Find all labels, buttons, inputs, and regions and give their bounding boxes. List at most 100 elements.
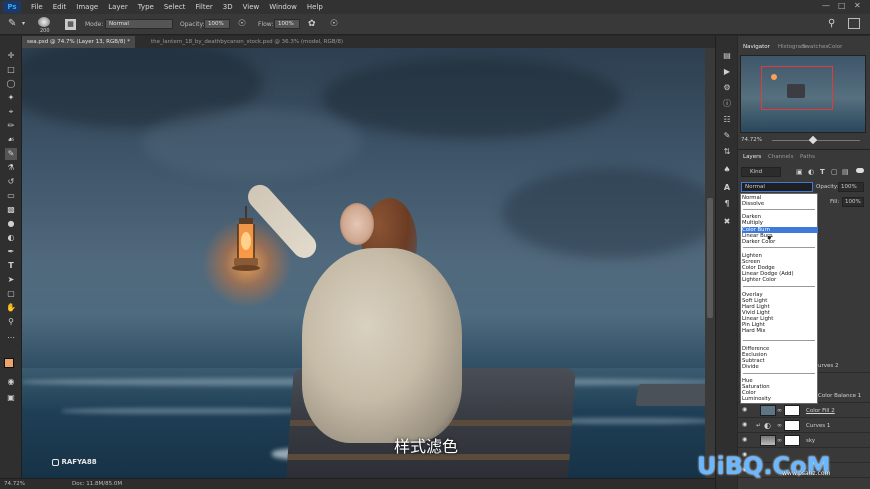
filter-type-icon[interactable]: T xyxy=(820,168,825,176)
stamp-tool-icon[interactable]: ⚗ xyxy=(5,162,17,174)
filter-toggle[interactable] xyxy=(856,168,864,173)
filter-shape-icon[interactable]: ▢ xyxy=(831,168,838,176)
layer-opacity-input[interactable]: 100% xyxy=(838,182,864,192)
tab-paths[interactable]: Paths xyxy=(800,154,815,160)
healing-tool-icon[interactable]: ☙ xyxy=(5,134,17,146)
brush-preset-icon[interactable] xyxy=(38,17,50,27)
type-tool-icon[interactable]: T xyxy=(5,260,17,272)
blend-option-luminosity[interactable]: Luminosity xyxy=(742,396,771,402)
info-icon[interactable]: ⓘ xyxy=(721,98,733,110)
brush-panel-icon[interactable]: ▦ xyxy=(65,19,76,30)
blend-mode-select[interactable]: Normal xyxy=(741,182,813,192)
menu-file[interactable]: File xyxy=(31,3,43,11)
gradient-tool-icon[interactable]: ▩ xyxy=(5,204,17,216)
layer-mask-thumbnail[interactable] xyxy=(784,420,800,431)
more-tools-icon[interactable]: ⋯ xyxy=(5,332,17,344)
menu-view[interactable]: View xyxy=(243,3,260,11)
tab-channels[interactable]: Channels xyxy=(768,154,793,160)
minimize-icon[interactable]: — xyxy=(822,1,830,10)
search-icon[interactable]: ⚲ xyxy=(828,18,835,29)
play-actions-icon[interactable]: ▶ xyxy=(721,66,733,78)
menu-filter[interactable]: Filter xyxy=(195,3,212,11)
eraser-tool-icon[interactable]: ▭ xyxy=(5,190,17,202)
dodge-tool-icon[interactable]: ◐ xyxy=(5,232,17,244)
screen-mode-icon[interactable]: ▣ xyxy=(5,392,17,404)
properties-icon[interactable]: ⚙ xyxy=(721,82,733,94)
move-tool-icon[interactable]: ✛ xyxy=(5,50,17,62)
link-icon[interactable]: ∞ xyxy=(777,437,782,444)
layer-fill-input[interactable]: 100% xyxy=(842,197,864,207)
filter-pixel-icon[interactable]: ▣ xyxy=(796,168,803,176)
mode-select[interactable]: Normal xyxy=(105,19,173,29)
pen-tool-icon[interactable]: ✒ xyxy=(5,246,17,258)
brush-tool-icon[interactable]: ✎ xyxy=(5,148,17,160)
foreground-color-swatch[interactable] xyxy=(4,358,14,368)
layer-mask-thumbnail[interactable] xyxy=(784,405,800,416)
layer-mask-thumbnail[interactable] xyxy=(784,435,800,446)
quick-mask-icon[interactable]: ◉ xyxy=(5,376,17,388)
blend-option-multiply[interactable]: Multiply xyxy=(742,220,763,226)
clone-source-icon[interactable]: ♠ xyxy=(721,164,733,176)
eye-icon[interactable]: ◉ xyxy=(742,422,750,428)
shape-tool-icon[interactable]: ▢ xyxy=(5,288,17,300)
tools-preset-icon[interactable]: ✖ xyxy=(721,216,733,228)
path-select-tool-icon[interactable]: ➤ xyxy=(5,274,17,286)
zoom-tool-icon[interactable]: ⚲ xyxy=(5,316,17,328)
menu-help[interactable]: Help xyxy=(307,3,323,11)
navigator-thumbnail[interactable] xyxy=(740,55,866,133)
navigator-slider-handle[interactable] xyxy=(808,135,818,145)
layer-row[interactable]: ◉ ↵ ◐ ∞ Curves 1 xyxy=(738,418,870,433)
menu-layer[interactable]: Layer xyxy=(108,3,128,11)
airbrush-icon[interactable]: ✿ xyxy=(308,19,316,29)
opacity-input[interactable]: 100% xyxy=(204,19,230,29)
tab-sea-psd[interactable]: sea.psd @ 74.7% (Layer 13, RGB/8) * xyxy=(22,36,136,48)
eye-icon[interactable]: ◉ xyxy=(742,437,750,443)
filter-adjustment-icon[interactable]: ◐ xyxy=(808,168,814,176)
eyedropper-tool-icon[interactable]: ✏ xyxy=(5,120,17,132)
workspace-icon[interactable] xyxy=(848,18,860,29)
history-brush-icon[interactable]: ↺ xyxy=(5,176,17,188)
menu-select[interactable]: Select xyxy=(164,3,186,11)
maximize-icon[interactable]: □ xyxy=(838,1,846,10)
canvas-vertical-scrollbar[interactable] xyxy=(705,48,715,478)
zoom-readout[interactable]: 74.72% xyxy=(4,481,25,487)
menu-type[interactable]: Type xyxy=(138,3,154,11)
pressure-opacity-icon[interactable]: ☉ xyxy=(238,19,246,29)
eye-icon[interactable]: ◉ xyxy=(742,407,750,413)
adjustments-icon[interactable]: ⇅ xyxy=(721,146,733,158)
marquee-tool-icon[interactable]: □ xyxy=(5,64,17,76)
pressure-size-icon[interactable]: ☉ xyxy=(330,19,338,29)
library-icon[interactable]: ☷ xyxy=(721,114,733,126)
flow-input[interactable]: 100% xyxy=(274,19,300,29)
tab-swatches[interactable]: Swatches xyxy=(802,44,828,50)
brush-tool-icon[interactable]: ✎ xyxy=(8,18,16,29)
close-icon[interactable]: ✕ xyxy=(854,1,861,10)
layer-row[interactable]: ◉ ∞ sky xyxy=(738,433,870,448)
tab-navigator[interactable]: Navigator xyxy=(743,44,770,50)
brush-settings-icon[interactable]: ✎ xyxy=(721,130,733,142)
blur-tool-icon[interactable]: ● xyxy=(5,218,17,230)
link-icon[interactable]: ∞ xyxy=(777,407,782,414)
history-panel-icon[interactable]: ▤ xyxy=(721,50,733,62)
navigator-zoom[interactable]: 74.72% xyxy=(741,137,762,143)
character-panel-icon[interactable]: A xyxy=(721,182,733,194)
quick-select-tool-icon[interactable]: ✦ xyxy=(5,92,17,104)
hand-tool-icon[interactable]: ✋ xyxy=(5,302,17,314)
paragraph-panel-icon[interactable]: ¶ xyxy=(721,198,733,210)
menu-image[interactable]: Image xyxy=(76,3,98,11)
blend-option-dissolve[interactable]: Dissolve xyxy=(742,201,764,207)
blend-mode-dropdown[interactable]: Normal Dissolve Darken Multiply Color Bu… xyxy=(740,193,818,404)
menu-3d[interactable]: 3D xyxy=(223,3,233,11)
blend-option-divide[interactable]: Divide xyxy=(742,364,759,370)
blend-option-hard-mix[interactable]: Hard Mix xyxy=(742,328,766,334)
menu-edit[interactable]: Edit xyxy=(53,3,67,11)
document-canvas[interactable]: RAFYA88 样式滤色 xyxy=(22,48,715,478)
layer-row[interactable]: ◉ ∞ Color Fill 2 xyxy=(738,403,870,418)
layer-filter-kind[interactable]: Kind xyxy=(741,167,781,177)
menu-window[interactable]: Window xyxy=(269,3,297,11)
link-icon[interactable]: ∞ xyxy=(777,422,782,429)
tab-lantern-psd[interactable]: the_lantern_18_by_deathbycanon_stock.psd… xyxy=(146,36,348,48)
scrollbar-thumb[interactable] xyxy=(707,198,713,318)
tab-color[interactable]: Color xyxy=(828,44,842,50)
tab-layers[interactable]: Layers xyxy=(743,154,761,160)
